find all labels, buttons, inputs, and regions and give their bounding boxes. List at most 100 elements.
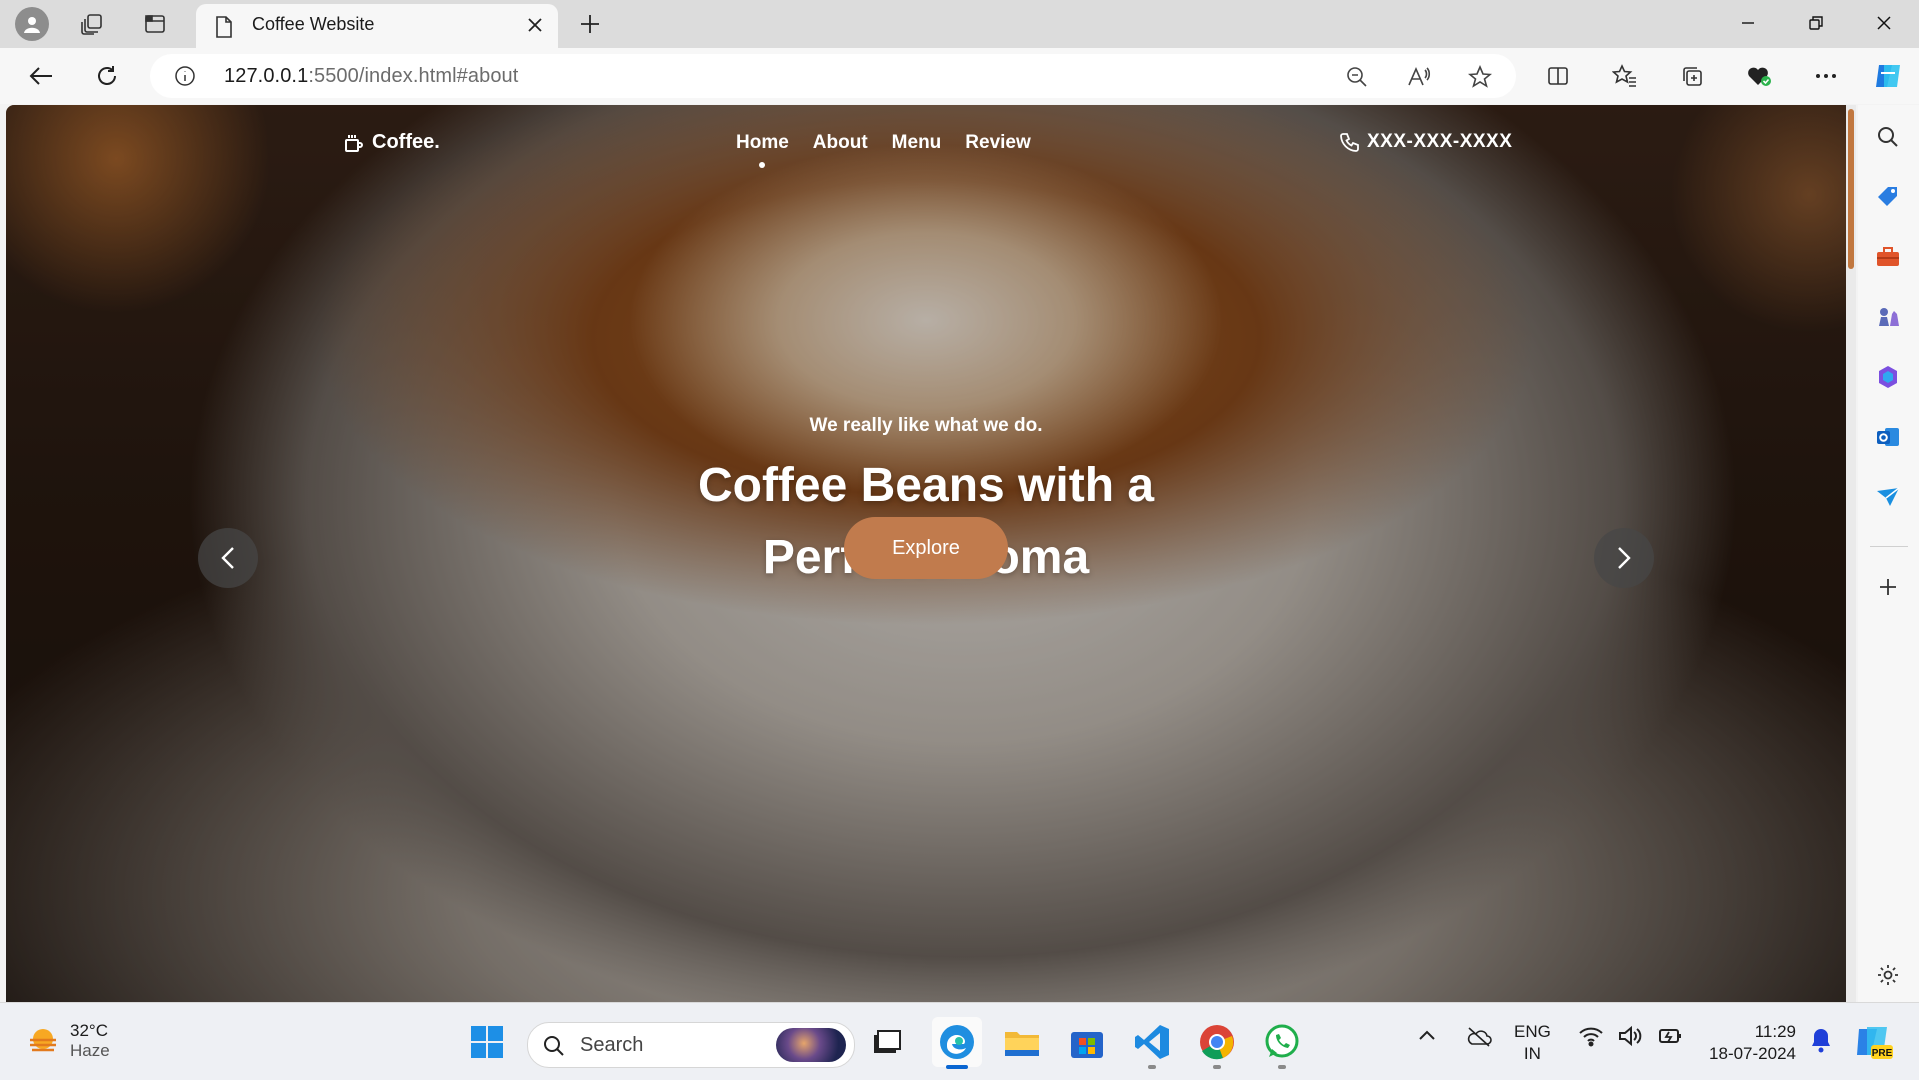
notification-bell-icon[interactable] [1809,1027,1833,1053]
back-button[interactable] [20,56,62,96]
phone-number: XXX-XXX-XXXX [1367,131,1513,152]
tab-coffee-website[interactable]: Coffee Website [196,4,558,48]
send-arrow-icon [1875,485,1901,509]
profile-button[interactable] [8,6,56,42]
browser-toolbar: 127.0.0.1:5500/index.html#about [0,48,1919,104]
nav-about[interactable]: About [813,132,868,154]
sidebar-settings-button[interactable] [1868,955,1908,995]
split-screen-icon [1546,64,1570,88]
chevron-up-icon[interactable] [1417,1027,1437,1043]
taskbar-task-view[interactable] [862,1017,912,1067]
carousel-prev-button[interactable] [198,528,258,588]
carousel-next-button[interactable] [1594,528,1654,588]
taskbar-edge[interactable] [932,1017,982,1069]
folder-icon [1003,1026,1041,1058]
outlook-icon [1875,424,1901,450]
svg-text:PRE: PRE [1872,1048,1893,1059]
taskbar-vscode[interactable] [1127,1017,1177,1069]
settings-and-more-button[interactable] [1804,56,1848,96]
taskbar-search-box[interactable]: Search [527,1022,855,1068]
close-tab-icon[interactable] [526,16,544,34]
taskbar-microsoft-store[interactable] [1062,1017,1112,1067]
address-bar[interactable]: 127.0.0.1:5500/index.html#about [150,54,1516,98]
split-screen-button[interactable] [1536,56,1580,96]
taskbar-chrome[interactable] [1192,1017,1242,1069]
workspaces-button[interactable] [68,6,116,42]
restore-button[interactable] [1781,0,1851,46]
store-icon [1069,1024,1105,1060]
nav-menu[interactable]: Menu [892,132,942,154]
start-button[interactable] [462,1017,512,1067]
site-info-icon[interactable] [174,65,196,87]
page-scrollbar[interactable] [1846,105,1856,1002]
tab-strip: Coffee Website [0,0,1919,48]
chevron-right-icon [1615,545,1633,571]
arrow-left-icon [28,65,54,87]
system-clock[interactable]: 11:29 18-07-2024 [1700,1021,1796,1065]
input-language[interactable]: ENG IN [1514,1021,1551,1065]
minimize-button[interactable] [1713,0,1783,46]
browser-essentials-button[interactable] [1737,56,1781,96]
new-tab-button[interactable] [566,6,614,42]
copilot-button[interactable] [1866,56,1910,96]
site-logo[interactable]: Coffee. [344,131,440,154]
language-code: ENG [1514,1022,1551,1041]
copilot-icon [1871,59,1905,93]
running-indicator [1148,1065,1156,1069]
scrollbar-thumb[interactable] [1848,109,1854,269]
refresh-icon [95,64,119,88]
quick-settings[interactable] [1578,1025,1684,1047]
plus-icon [1877,576,1899,598]
sidebar-outlook-button[interactable] [1868,417,1908,457]
close-icon [1876,15,1892,31]
region-code: IN [1523,1044,1541,1063]
taskbar-whatsapp[interactable] [1257,1017,1307,1069]
refresh-button[interactable] [86,56,128,96]
battery-charging-icon [1658,1025,1684,1047]
heart-pulse-icon [1746,64,1772,88]
taskbar-file-explorer[interactable] [997,1017,1047,1067]
onedrive-off-icon[interactable] [1465,1025,1493,1049]
tab-title: Coffee Website [252,14,375,34]
weather-temperature: 32°C [70,1021,108,1040]
running-indicator [1213,1065,1221,1069]
add-favorite-button[interactable] [1464,62,1496,92]
windows-logo-icon [470,1025,504,1059]
site-navigation: Home About Menu Review [736,132,1031,168]
nav-review[interactable]: Review [965,132,1030,154]
chrome-icon [1198,1023,1236,1061]
copilot-preview-icon[interactable]: PRE [1853,1021,1893,1061]
collections-button[interactable] [1670,56,1714,96]
sidebar-tools-button[interactable] [1868,237,1908,277]
sidebar-search-button[interactable] [1868,117,1908,157]
web-page: Coffee. Home About Menu Review XXX-XXX-X… [6,105,1846,1002]
hero-subtitle: We really like what we do. [809,415,1043,436]
tab-actions-icon [143,12,167,36]
sidebar-add-button[interactable] [1868,567,1908,607]
sidebar-drop-button[interactable] [1868,477,1908,517]
more-dots-icon [1814,72,1838,80]
vertical-tabs-button[interactable] [131,6,179,42]
shopping-tag-icon [1875,184,1901,210]
close-window-button[interactable] [1849,0,1919,46]
volume-icon [1618,1025,1644,1047]
read-aloud-button[interactable] [1403,62,1435,92]
running-indicator [1278,1065,1286,1069]
sidebar-games-button[interactable] [1868,297,1908,337]
site-logo-text: Coffee. [372,131,440,153]
sidebar-shopping-button[interactable] [1868,177,1908,217]
search-icon [1876,125,1900,149]
favorites-button[interactable] [1603,56,1647,96]
explore-button[interactable]: Explore [844,517,1008,579]
nav-home[interactable]: Home [736,132,789,168]
profile-avatar-icon [15,7,49,41]
sidebar-m365-button[interactable] [1868,357,1908,397]
task-view-icon [872,1029,902,1055]
microsoft365-icon [1875,364,1901,390]
phone-contact[interactable]: XXX-XXX-XXXX [1339,131,1512,153]
taskbar-search-placeholder: Search [580,1034,644,1056]
page-icon [214,15,234,39]
weather-widget[interactable]: 32°C Haze [26,1021,110,1061]
vscode-icon [1133,1023,1171,1061]
zoom-button[interactable] [1341,62,1373,92]
